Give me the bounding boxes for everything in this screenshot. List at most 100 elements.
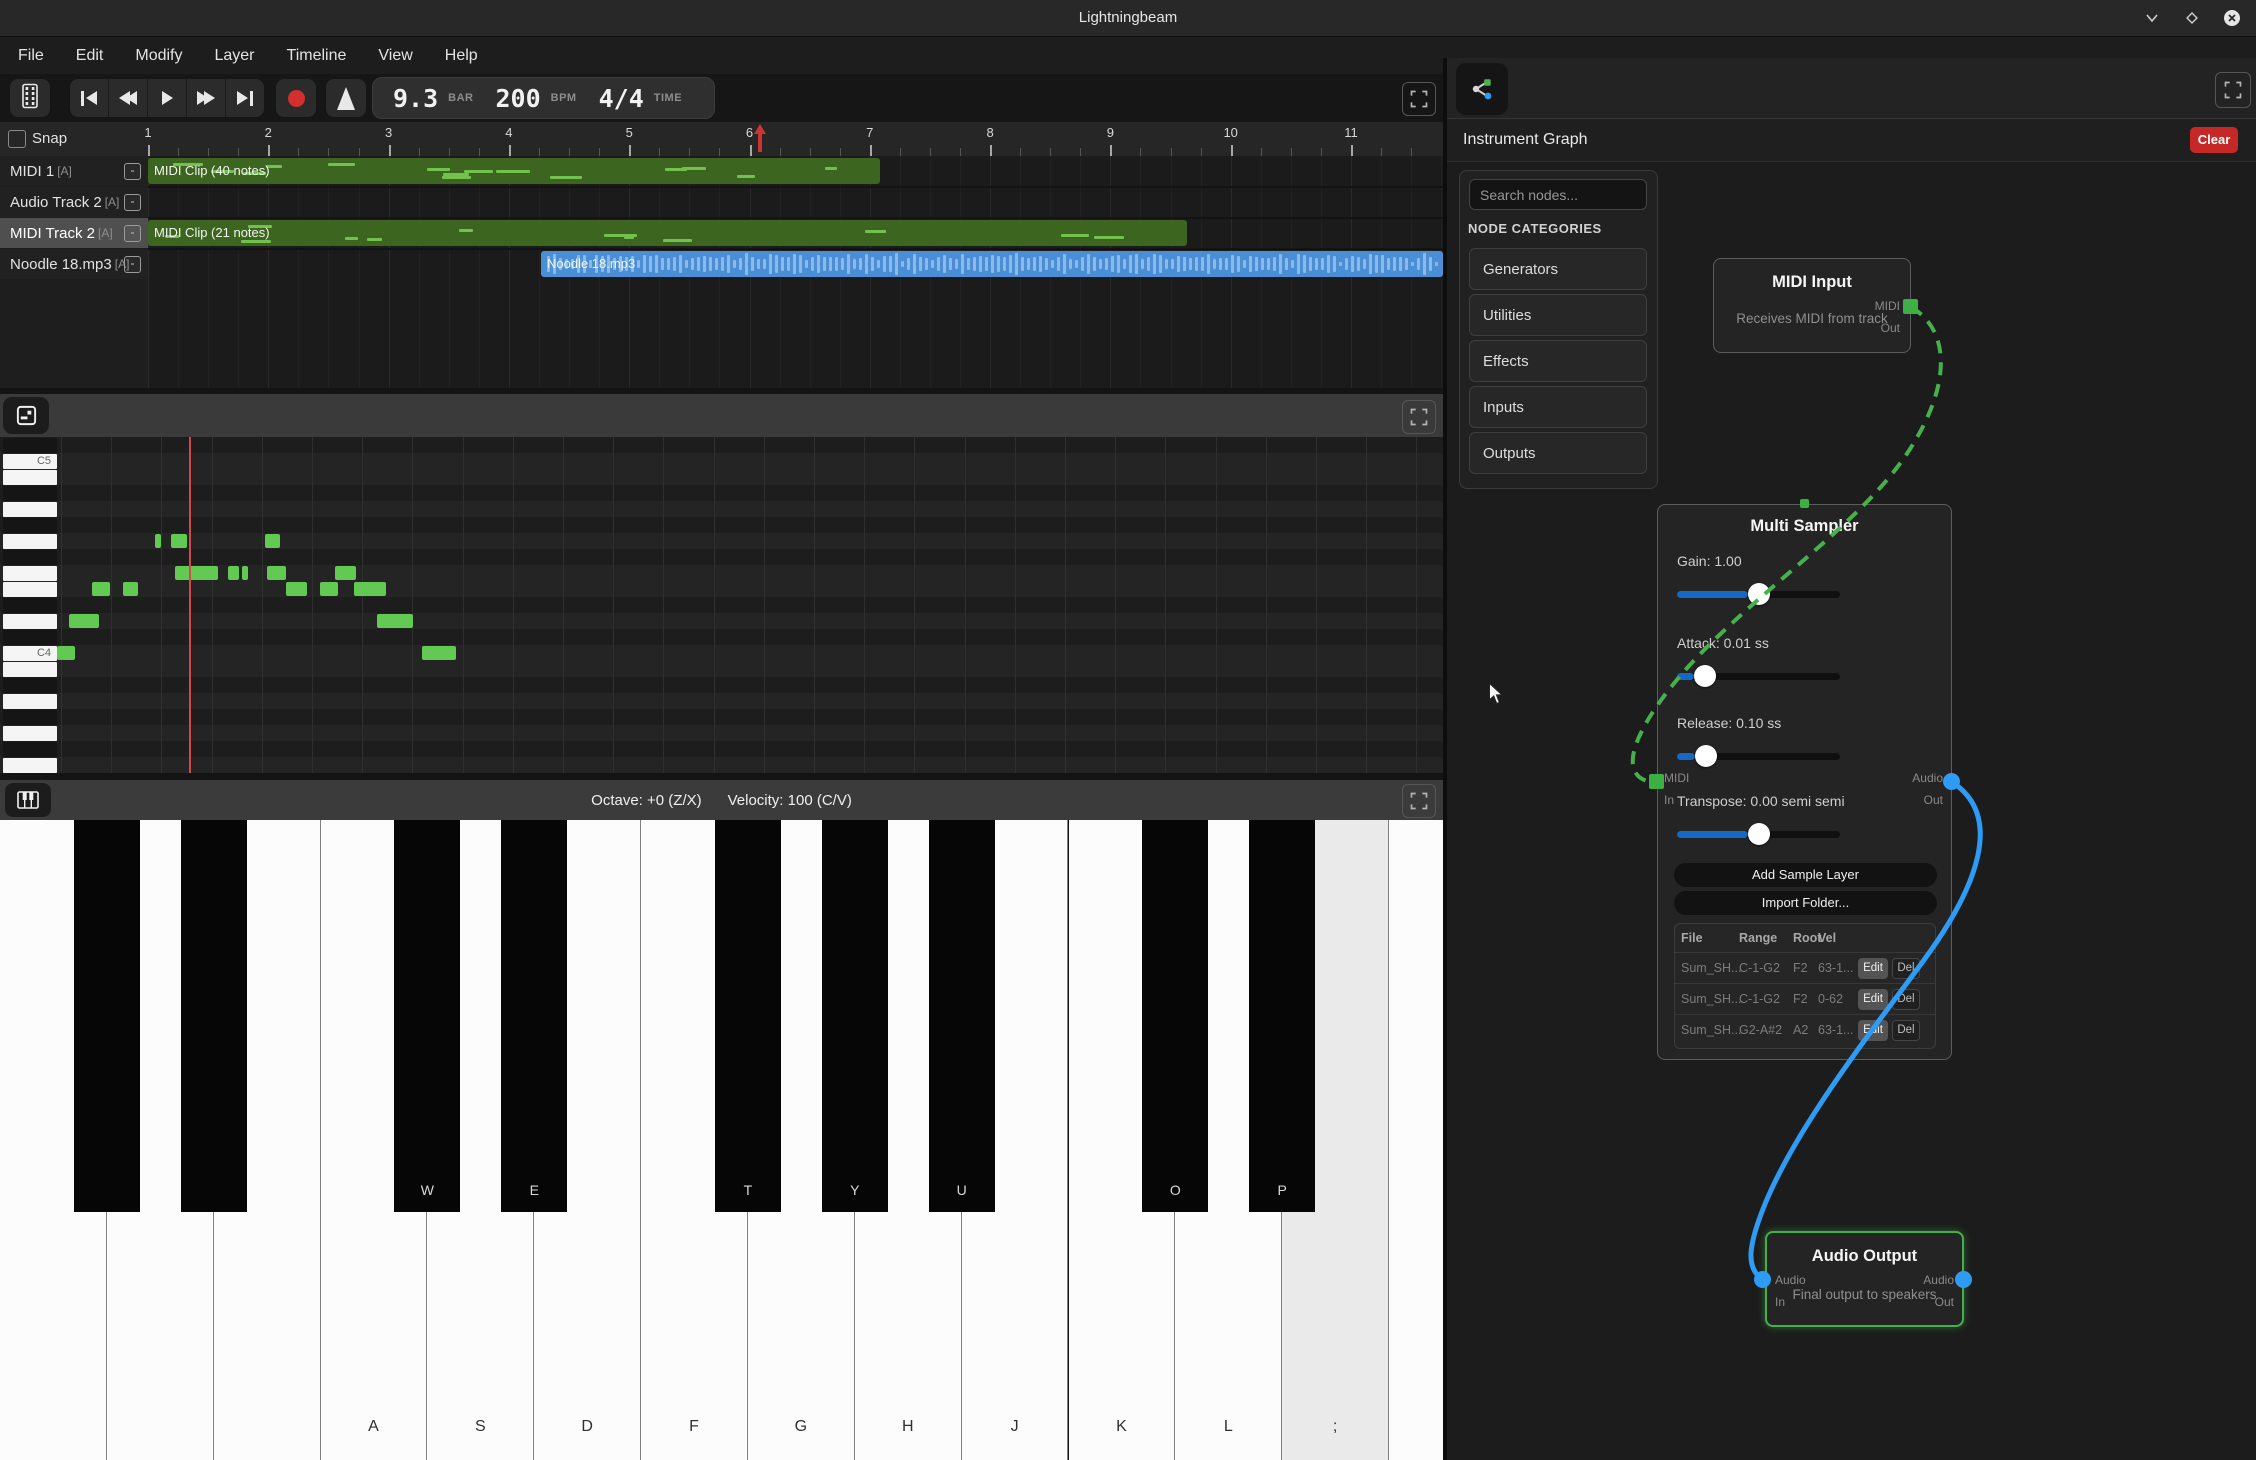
midi-input-node[interactable]: MIDI Input Receives MIDI from track MIDI… bbox=[1713, 258, 1911, 353]
midi-clip[interactable]: MIDI Clip (21 notes) bbox=[148, 220, 1187, 246]
black-key-W[interactable]: W bbox=[394, 820, 460, 1212]
multi-sampler-node[interactable]: Multi Sampler MIDI In Audio Out Gain: 1.… bbox=[1657, 504, 1952, 1060]
snap-checkbox[interactable] bbox=[8, 130, 26, 148]
bar-position-value[interactable]: 9.3 bbox=[393, 84, 438, 113]
category-button-effects[interactable]: Effects bbox=[1469, 340, 1647, 382]
track-mute-box[interactable]: - bbox=[124, 194, 141, 211]
delete-sample-button[interactable]: Del bbox=[1892, 958, 1920, 979]
graph-mode-button[interactable] bbox=[1456, 63, 1508, 115]
menu-item-modify[interactable]: Modify bbox=[135, 47, 182, 65]
menu-item-help[interactable]: Help bbox=[445, 47, 478, 65]
track-label-4[interactable]: Noodle 18.mp3[A]- bbox=[0, 249, 148, 279]
bpm-value[interactable]: 200 bbox=[496, 84, 541, 113]
sampler-top-port[interactable] bbox=[1800, 499, 1809, 508]
piano-roll-mode-button[interactable] bbox=[3, 397, 49, 434]
menu-item-view[interactable]: View bbox=[378, 47, 412, 65]
delete-sample-button[interactable]: Del bbox=[1892, 989, 1920, 1010]
midi-note[interactable] bbox=[267, 566, 286, 580]
playhead-marker[interactable] bbox=[752, 122, 766, 154]
mini-key-a#4[interactable] bbox=[3, 486, 57, 501]
category-button-generators[interactable]: Generators bbox=[1469, 248, 1647, 290]
param-slider[interactable] bbox=[1677, 753, 1840, 760]
mini-key-a#3[interactable] bbox=[3, 678, 57, 693]
category-button-inputs[interactable]: Inputs bbox=[1469, 386, 1647, 428]
midi-note[interactable] bbox=[123, 582, 138, 596]
piano-roll-expand-button[interactable] bbox=[1402, 400, 1436, 434]
rewind-button[interactable] bbox=[109, 79, 148, 117]
mini-key-f4[interactable] bbox=[3, 566, 57, 581]
white-key[interactable] bbox=[1389, 820, 1443, 1460]
timeline-expand-button[interactable] bbox=[1402, 82, 1436, 116]
fast-forward-button[interactable] bbox=[187, 79, 226, 117]
midi-note[interactable] bbox=[92, 582, 110, 596]
mini-key-g3[interactable] bbox=[3, 726, 57, 741]
track-label-1[interactable]: MIDI 1[A]- bbox=[0, 156, 148, 186]
audio-in-port[interactable] bbox=[1754, 1271, 1771, 1288]
midi-out-port[interactable] bbox=[1903, 299, 1918, 314]
black-key-T[interactable]: T bbox=[715, 820, 781, 1212]
keyboard-expand-button[interactable] bbox=[1402, 784, 1436, 818]
midi-note[interactable] bbox=[69, 614, 99, 628]
window-close-icon[interactable] bbox=[2221, 7, 2243, 29]
param-slider[interactable] bbox=[1677, 673, 1840, 680]
mini-key-g#3[interactable] bbox=[3, 710, 57, 725]
virtual-keyboard[interactable]: ASDFGHJKL;WETYUOP bbox=[0, 820, 1443, 1460]
edit-sample-button[interactable]: Edit bbox=[1858, 1020, 1888, 1041]
midi-note[interactable] bbox=[155, 534, 161, 548]
midi-note[interactable] bbox=[228, 566, 239, 580]
import-folder-button[interactable]: Import Folder... bbox=[1674, 891, 1937, 915]
graph-canvas[interactable]: NODE CATEGORIES GeneratorsUtilitiesEffec… bbox=[1447, 162, 2256, 1460]
audio-output-node[interactable]: Audio Output Final output to speakers Au… bbox=[1765, 1231, 1964, 1327]
slider-knob[interactable] bbox=[1694, 665, 1716, 687]
midi-note[interactable] bbox=[335, 566, 356, 580]
timeline-mode-button[interactable] bbox=[10, 79, 50, 117]
slider-knob[interactable] bbox=[1695, 745, 1717, 767]
midi-note[interactable] bbox=[175, 566, 218, 580]
mini-key-a4[interactable] bbox=[3, 502, 57, 517]
clear-graph-button[interactable]: Clear bbox=[2190, 127, 2238, 153]
menu-item-layer[interactable]: Layer bbox=[214, 47, 254, 65]
mini-key-d#4[interactable] bbox=[3, 598, 57, 613]
edit-sample-button[interactable]: Edit bbox=[1858, 958, 1888, 979]
mini-key-c#4[interactable] bbox=[3, 630, 57, 645]
mini-key-d4[interactable] bbox=[3, 614, 57, 629]
play-button[interactable] bbox=[148, 79, 187, 117]
mini-key-b3[interactable] bbox=[3, 662, 57, 677]
midi-note[interactable] bbox=[286, 582, 307, 596]
mini-key-b4[interactable] bbox=[3, 470, 57, 485]
delete-sample-button[interactable]: Del bbox=[1892, 1020, 1920, 1041]
black-key[interactable] bbox=[181, 820, 247, 1212]
midi-note[interactable] bbox=[422, 646, 456, 660]
menu-item-edit[interactable]: Edit bbox=[76, 47, 104, 65]
midi-note[interactable] bbox=[320, 582, 338, 596]
metronome-button[interactable] bbox=[326, 79, 366, 117]
sampler-midi-in-port[interactable] bbox=[1649, 774, 1664, 789]
mini-key-g#4[interactable] bbox=[3, 518, 57, 533]
track-label-3[interactable]: MIDI Track 2[A]- bbox=[0, 218, 148, 248]
mini-key-c#5[interactable] bbox=[3, 438, 57, 453]
mini-key-f#3[interactable] bbox=[3, 742, 57, 757]
midi-note[interactable] bbox=[354, 582, 386, 596]
search-nodes-input[interactable] bbox=[1469, 179, 1647, 210]
time-signature-value[interactable]: 4/4 bbox=[599, 84, 644, 113]
midi-note[interactable] bbox=[265, 534, 280, 548]
timeline-ruler[interactable]: Snap 1234567891011 bbox=[0, 122, 1443, 156]
piano-roll[interactable]: C5C4 bbox=[0, 437, 1443, 773]
window-maximize-icon[interactable] bbox=[2181, 7, 2203, 29]
track-mute-box[interactable]: - bbox=[124, 163, 141, 180]
mini-key-a3[interactable] bbox=[3, 694, 57, 709]
track-mute-box[interactable]: - bbox=[124, 256, 141, 273]
audio-out-port[interactable] bbox=[1955, 1271, 1972, 1288]
midi-note[interactable] bbox=[57, 646, 75, 660]
category-button-outputs[interactable]: Outputs bbox=[1469, 432, 1647, 474]
black-key-P[interactable]: P bbox=[1249, 820, 1315, 1212]
graph-expand-button[interactable] bbox=[2215, 72, 2251, 108]
black-key-Y[interactable]: Y bbox=[822, 820, 888, 1212]
black-key-O[interactable]: O bbox=[1142, 820, 1208, 1212]
keyboard-mode-button[interactable] bbox=[5, 783, 51, 817]
timeline-lanes[interactable]: MIDI Clip (40 notes)MIDI Clip (21 notes)… bbox=[148, 156, 1443, 388]
window-minimize-icon[interactable] bbox=[2141, 7, 2163, 29]
menu-item-file[interactable]: File bbox=[18, 47, 44, 65]
mini-key-g4[interactable] bbox=[3, 534, 57, 549]
category-button-utilities[interactable]: Utilities bbox=[1469, 294, 1647, 336]
